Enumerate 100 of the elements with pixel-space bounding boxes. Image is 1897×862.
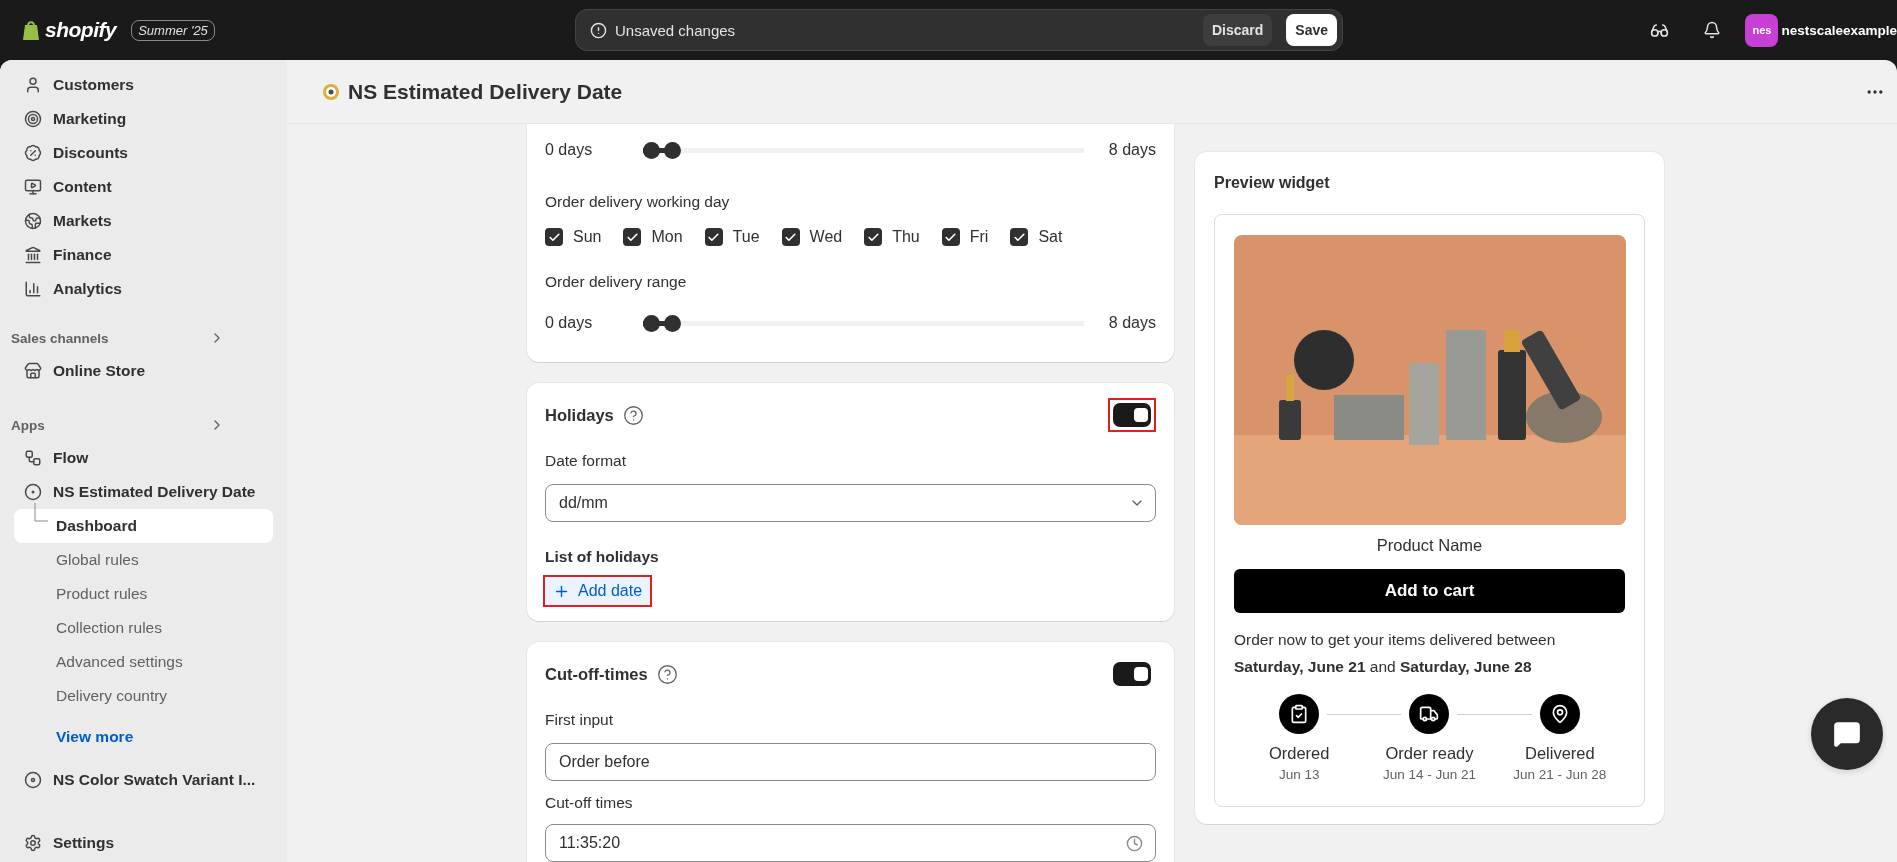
store-name[interactable]: nestscaleexample — [1781, 22, 1897, 38]
view-more-link[interactable]: View more — [14, 720, 273, 754]
edition-badge: Summer '25 — [131, 19, 215, 41]
check-icon — [707, 230, 721, 244]
checkbox[interactable] — [864, 228, 883, 246]
field-label: First input — [545, 710, 615, 730]
step-date: Jun 13 — [1278, 767, 1320, 782]
nav-item[interactable]: Online Store — [14, 354, 273, 388]
section-title: Sales channels — [11, 330, 109, 346]
nav-subitem[interactable]: Delivery country — [14, 679, 273, 713]
date-format-select[interactable]: dd/mm — [545, 484, 1156, 522]
nav-item[interactable]: Markets — [14, 204, 273, 238]
page-title: NS Estimated Delivery Date — [348, 79, 624, 104]
add-date-button[interactable]: Add date — [545, 577, 651, 605]
range-max-label: 8 days — [1108, 141, 1156, 159]
step-date: Jun 14 - Jun 21 — [1382, 767, 1477, 782]
day-checkbox[interactable]: Tue — [704, 226, 760, 248]
delivery-message: Order now to get your items delivered between Saturday, June 21 and Saturday, June 28 — [1234, 630, 1557, 677]
notice-text: Unsaved changes — [615, 21, 737, 39]
checkbox[interactable] — [941, 228, 960, 246]
step-icon — [1539, 694, 1580, 734]
nav-icon — [24, 483, 42, 501]
clock-icon — [1126, 834, 1143, 852]
nav-item[interactable]: Analytics — [14, 272, 273, 306]
nav-icon — [24, 449, 42, 467]
check-icon — [1012, 230, 1026, 244]
nav-icon — [24, 178, 42, 196]
check-icon — [866, 230, 880, 244]
section-title: Apps — [11, 417, 45, 433]
day-checkbox[interactable]: Thu — [864, 226, 920, 248]
nav-item[interactable]: Finance — [14, 238, 273, 272]
nav-item[interactable]: Customers — [14, 68, 273, 102]
checkbox[interactable] — [704, 228, 723, 246]
range-min-label: 0 days — [545, 141, 594, 159]
check-icon — [944, 230, 958, 244]
card-title: Holidays — [545, 405, 614, 425]
nav-icon — [24, 280, 42, 298]
target-icon — [322, 82, 340, 101]
card-title: Cut-off-times — [545, 664, 648, 684]
nav-icon — [24, 246, 42, 264]
nav-icon — [24, 212, 42, 230]
nav-item[interactable]: NS Color Swatch Variant I... — [14, 763, 273, 797]
nav-item[interactable]: Marketing — [14, 102, 273, 136]
nav-subitem[interactable]: Collection rules — [14, 611, 273, 645]
field-label: Order delivery working day — [545, 192, 731, 212]
list-heading: List of holidays — [545, 547, 660, 567]
nav-icon — [24, 362, 42, 380]
day-checkbox[interactable]: Wed — [781, 226, 843, 248]
shopping-bag-icon — [22, 19, 40, 41]
nav-subitem[interactable]: Dashboard — [14, 509, 273, 543]
nav-item[interactable]: Discounts — [14, 136, 273, 170]
checkbox[interactable] — [1010, 228, 1029, 246]
nav-subitem[interactable]: Product rules — [14, 577, 273, 611]
field-label: Cut-off times — [545, 793, 634, 813]
alert-icon — [590, 21, 607, 39]
checkbox[interactable] — [781, 228, 800, 246]
help-icon[interactable] — [622, 404, 644, 426]
step-label: Order ready — [1385, 744, 1474, 763]
nav-subitem[interactable]: Global rules — [14, 543, 273, 577]
card-title: Preview widget — [1214, 174, 1331, 193]
time-field[interactable]: 11:35:20 — [545, 824, 1156, 862]
check-icon — [547, 230, 561, 244]
settings-icon — [24, 834, 42, 852]
day-checkbox[interactable]: Mon — [623, 226, 683, 248]
toggle-switch[interactable] — [1113, 662, 1151, 686]
logo-wordmark[interactable]: shopify — [45, 18, 117, 42]
field-label: Order delivery range — [545, 272, 688, 292]
checkbox[interactable] — [623, 228, 642, 246]
user-avatar[interactable]: nes — [1745, 13, 1779, 47]
input-field[interactable]: Order before — [545, 743, 1156, 781]
nav-item[interactable]: Content — [14, 170, 273, 204]
add-to-cart-button[interactable]: Add to cart — [1234, 569, 1625, 613]
nav-subitem[interactable]: Advanced settings — [14, 645, 273, 679]
step-icon — [1279, 694, 1320, 734]
check-icon — [625, 230, 639, 244]
range-max-label: 8 days — [1108, 314, 1156, 332]
step-label: Ordered — [1268, 744, 1330, 763]
nav-item[interactable]: Flow — [14, 441, 273, 475]
checkbox[interactable] — [545, 228, 563, 246]
nav-item[interactable]: Settings — [14, 826, 273, 860]
nav-item[interactable]: NS Estimated Delivery Date — [14, 475, 273, 509]
field-label: Date format — [545, 451, 627, 471]
nav-icon — [24, 76, 42, 94]
nav-icon — [24, 144, 42, 162]
chat-icon — [1833, 720, 1861, 748]
step-icon — [1409, 694, 1450, 734]
step-date: Jun 21 - Jun 28 — [1513, 767, 1607, 782]
chat-button[interactable] — [1811, 698, 1883, 770]
day-checkbox[interactable]: Sun — [545, 226, 602, 248]
day-checkbox[interactable]: Fri — [941, 226, 989, 248]
product-name: Product Name — [1375, 536, 1484, 556]
save-button[interactable]: Save — [1286, 14, 1337, 46]
range-min-label: 0 days — [545, 314, 594, 332]
help-icon[interactable] — [656, 663, 678, 685]
day-checkbox[interactable]: Sat — [1010, 226, 1063, 248]
step-label: Delivered — [1524, 744, 1595, 763]
discard-button[interactable]: Discard — [1202, 14, 1273, 46]
nav-icon — [24, 110, 42, 128]
nav-icon — [24, 771, 42, 789]
check-icon — [784, 230, 798, 244]
